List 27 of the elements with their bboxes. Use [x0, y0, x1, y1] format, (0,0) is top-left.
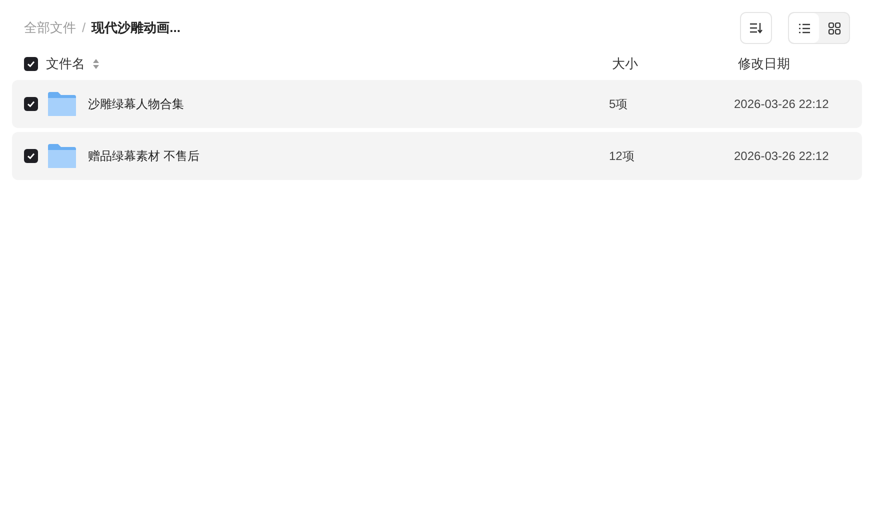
date-cell-text: 2026-03-26 22:12: [734, 96, 829, 113]
sort-button[interactable]: [740, 12, 772, 44]
list-view-button[interactable]: [789, 13, 819, 43]
file-name: 赠品绿幕素材 不售后: [88, 148, 200, 165]
checkmark-icon: [27, 152, 35, 160]
checkmark-icon: [27, 100, 35, 108]
sort-icon: [749, 22, 763, 34]
checkbox[interactable]: [24, 57, 38, 71]
folder-icon: [47, 143, 77, 169]
size-cell-text: 5项: [609, 96, 629, 113]
date-cell-text: 2026-03-26 22:12: [734, 148, 829, 165]
file-name: 沙雕绿幕人物合集: [88, 96, 184, 113]
grid-icon: [828, 22, 840, 34]
column-header: 大小: [612, 55, 639, 74]
breadcrumb-item[interactable]: 现代沙雕动画...: [92, 18, 180, 38]
column-header: 修改日期: [738, 55, 790, 74]
file-row[interactable]: 赠品绿幕素材 不售后 12项 2026-03-26 22:12: [12, 132, 862, 180]
list-icon: [798, 22, 810, 34]
column-header[interactable]: 文件名: [46, 54, 85, 74]
checkmark-icon: [27, 60, 35, 68]
breadcrumb-separator: /: [82, 19, 86, 38]
checkbox[interactable]: [24, 149, 38, 163]
size-cell-text: 12项: [609, 148, 636, 165]
sort-icon: [93, 59, 99, 69]
file-row[interactable]: 沙雕绿幕人物合集 5项 2026-03-26 22:12: [12, 80, 862, 128]
folder-icon: [47, 91, 77, 117]
checkbox[interactable]: [24, 97, 38, 111]
